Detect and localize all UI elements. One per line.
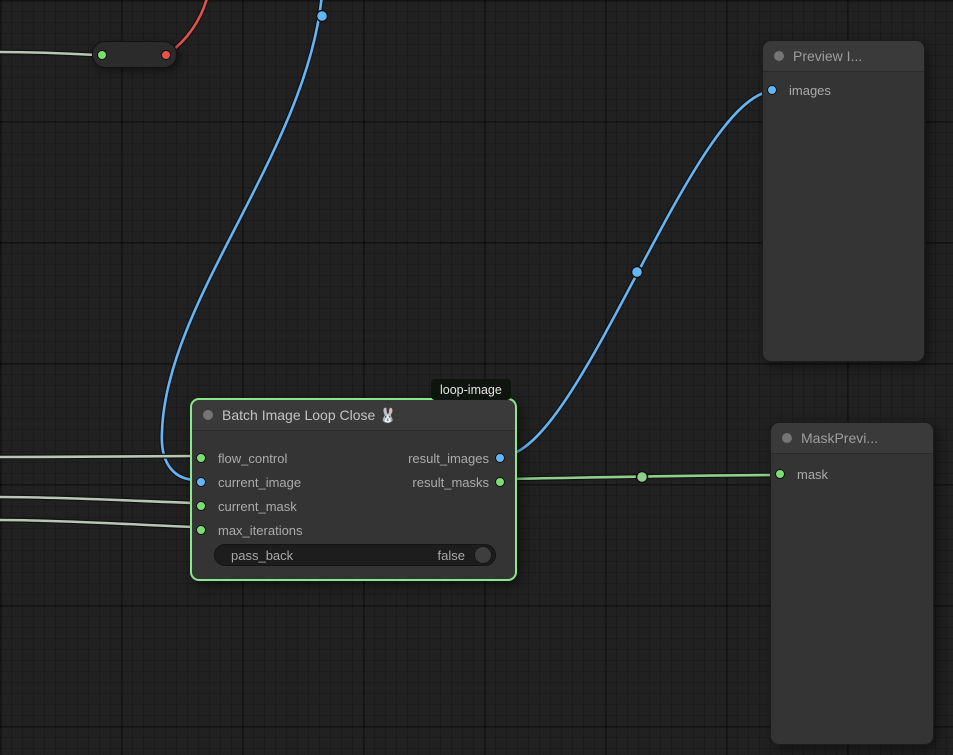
slot-row: current_image result_masks [192,470,515,494]
input-slot-current-image[interactable] [196,477,206,487]
wire-pill-input [0,52,97,55]
output-slot-dot[interactable] [161,50,171,60]
node-titlebar[interactable]: MaskPrevi... [771,423,933,454]
wire-current-mask [0,497,196,503]
node-batch-image-loop-close[interactable]: Batch Image Loop Close 🐰 flow_control re… [190,398,517,581]
collapse-dot-icon[interactable] [782,433,792,443]
input-slot-dot[interactable] [97,50,107,60]
node-body: images [763,72,924,102]
widget-value: false [438,548,465,563]
slot-row: max_iterations [192,518,515,542]
wire-flow-control [0,456,196,457]
slot-row: current_mask [192,494,515,518]
output-slot-result-masks[interactable] [495,477,505,487]
node-title: Batch Image Loop Close 🐰 [222,407,397,424]
output-slot-result-images[interactable] [495,453,505,463]
wire-red-top [169,0,208,53]
output-label: result_masks [412,475,489,490]
node-body: flow_control result_images current_image… [192,431,515,566]
widget-label: pass_back [231,548,293,563]
input-label: mask [797,467,828,482]
slot-row: images [763,78,924,102]
node-titlebar[interactable]: Batch Image Loop Close 🐰 [192,400,515,431]
toggle-knob[interactable] [474,546,492,564]
input-slot-images[interactable] [767,85,777,95]
collapse-dot-icon[interactable] [774,51,784,61]
collapsed-node[interactable] [92,41,177,68]
node-mask-preview[interactable]: MaskPrevi... mask [770,422,934,745]
pass-back-toggle[interactable]: pass_back false [214,544,496,566]
node-preview-image[interactable]: Preview I... images [762,40,925,362]
node-badge: loop-image [431,379,511,400]
input-slot-max-iterations[interactable] [196,525,206,535]
node-graph-canvas[interactable]: loop-image Batch Image Loop Close 🐰 flow… [0,0,953,755]
input-label: current_mask [218,499,297,514]
collapse-dot-icon[interactable] [203,410,213,420]
input-slot-flow-control[interactable] [196,453,206,463]
link-midpoint-dot [637,472,648,483]
node-title: MaskPrevi... [801,430,878,446]
node-titlebar[interactable]: Preview I... [763,41,924,72]
node-title: Preview I... [793,48,862,64]
slot-row: mask [771,462,933,486]
input-label: flow_control [218,451,287,466]
output-label: result_images [408,451,489,466]
link-midpoint-dot [317,11,328,22]
wire-max-iterations [0,520,196,527]
node-body: mask [771,454,933,486]
input-label: images [789,83,831,98]
node-badge-label: loop-image [440,383,502,397]
input-label: max_iterations [218,523,303,538]
link-midpoint-dot [632,267,643,278]
input-slot-current-mask[interactable] [196,501,206,511]
input-slot-mask[interactable] [775,469,785,479]
slot-row: flow_control result_images [192,446,515,470]
input-label: current_image [218,475,301,490]
